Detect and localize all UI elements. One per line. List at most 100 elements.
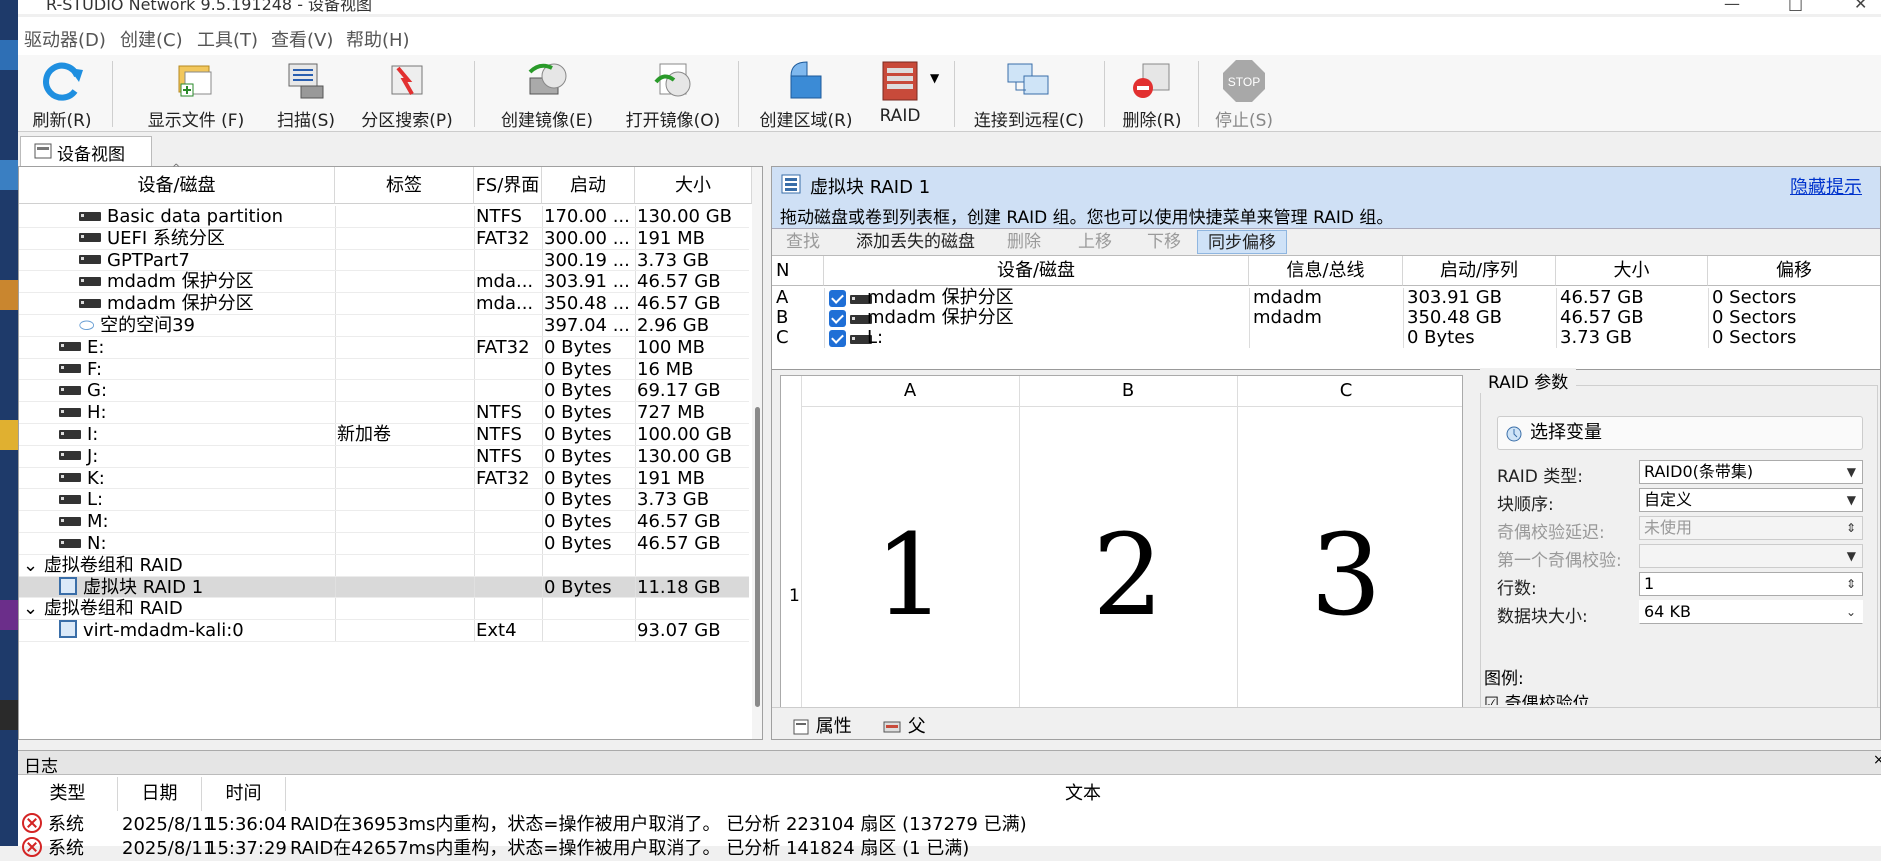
column-header-label[interactable]: 标签 bbox=[335, 167, 474, 204]
grid-line bbox=[542, 315, 543, 337]
tree-row[interactable]: ⌄ 虚拟卷组和 RAID bbox=[19, 554, 749, 577]
stop-button[interactable]: STOP 停止(S) bbox=[1204, 58, 1284, 131]
log-header: 日志 × bbox=[18, 751, 1881, 777]
tree-row[interactable]: K: FAT32 0 Bytes 191 MB bbox=[19, 467, 749, 490]
scan-button[interactable]: 扫描(S) bbox=[268, 58, 344, 131]
tree-row[interactable]: virt-mdadm-kali:0 Ext4 93.07 GB bbox=[19, 620, 749, 642]
block-size-select[interactable]: 64 KB ⌄ bbox=[1639, 600, 1863, 624]
tree-row[interactable]: M: 0 Bytes 46.57 GB bbox=[19, 511, 749, 533]
column-header-time[interactable]: 时间 bbox=[202, 777, 286, 811]
partition-search-button[interactable]: 分区搜索(P) bbox=[348, 58, 466, 131]
first-parity-select[interactable]: ▼ bbox=[1639, 544, 1863, 568]
tree-row[interactable]: H: NTFS 0 Bytes 727 MB bbox=[19, 402, 749, 424]
column-header-member-size[interactable]: 大小 bbox=[1556, 256, 1708, 286]
grid-block-1[interactable]: 1 bbox=[801, 516, 1019, 636]
grid-line bbox=[335, 598, 336, 621]
menu-view[interactable]: 查看(V) bbox=[271, 26, 333, 52]
menu-help[interactable]: 帮助(H) bbox=[346, 26, 410, 52]
column-header-n[interactable]: N bbox=[772, 256, 824, 286]
tree-row[interactable]: I: 新加卷 NTFS 0 Bytes 100.00 GB bbox=[19, 424, 749, 446]
column-header-offset[interactable]: 偏移 bbox=[1708, 256, 1880, 286]
tab-device-view[interactable]: 设备视图 bbox=[20, 136, 152, 166]
grid-line bbox=[635, 445, 636, 468]
tree-row[interactable]: UEFI 系统分区 FAT32 300.00 ... 191 MB bbox=[19, 227, 749, 250]
tree-row[interactable]: N: 0 Bytes 46.57 GB bbox=[19, 533, 749, 555]
move-down-button[interactable]: 下移 bbox=[1147, 230, 1181, 254]
raid-dropdown-arrow-icon[interactable]: ▼ bbox=[930, 71, 939, 85]
grid-line bbox=[474, 598, 475, 621]
tab-parent[interactable]: 父 bbox=[882, 712, 926, 738]
grid-block-3[interactable]: 3 bbox=[1237, 516, 1455, 636]
add-missing-disk-button[interactable]: 添加丢失的磁盘 bbox=[856, 230, 975, 254]
sync-offset-button[interactable]: 同步偏移 bbox=[1197, 230, 1287, 254]
create-image-button[interactable]: 创建镜像(E) bbox=[484, 58, 610, 131]
raid-type-select[interactable]: RAID0(条带集) ▼ bbox=[1639, 460, 1863, 484]
find-button[interactable]: 查找 bbox=[786, 230, 820, 254]
minimize-icon[interactable]: — bbox=[1724, 0, 1740, 13]
refresh-button[interactable]: 刷新(R) bbox=[24, 58, 100, 131]
menu-tools[interactable]: 工具(T) bbox=[197, 26, 258, 52]
tree-row[interactable]: J: NTFS 0 Bytes 130.00 GB bbox=[19, 445, 749, 468]
tree-row[interactable]: ⌄ 虚拟卷组和 RAID bbox=[19, 598, 749, 621]
menu-drive[interactable]: 驱动器(D) bbox=[24, 26, 106, 52]
toolbar-separator bbox=[1104, 61, 1105, 127]
choose-variant-button[interactable]: 选择变量 bbox=[1497, 416, 1863, 450]
tree-row[interactable]: L: 0 Bytes 3.73 GB bbox=[19, 489, 749, 512]
tree-row-name: mdadm 保护分区 bbox=[79, 271, 254, 293]
column-header-member-device[interactable]: 设备/磁盘 bbox=[824, 256, 1249, 286]
remove-member-button[interactable]: 删除 bbox=[1007, 230, 1041, 254]
tree-row[interactable]: 虚拟块 RAID 1 0 Bytes 11.18 GB bbox=[19, 576, 749, 599]
grid-line bbox=[335, 380, 336, 403]
connect-remote-button[interactable]: 连接到远程(C) bbox=[964, 58, 1094, 131]
column-header-date[interactable]: 日期 bbox=[118, 777, 202, 811]
create-region-button[interactable]: 创建区域(R) bbox=[746, 58, 866, 131]
show-files-button[interactable]: 显示文件 (F) bbox=[126, 58, 266, 131]
tab-properties[interactable]: 属性 bbox=[792, 712, 852, 738]
column-header-info[interactable]: 信息/总线 bbox=[1249, 256, 1403, 286]
column-header-fs[interactable]: FS/界面 bbox=[474, 167, 542, 204]
raid-member-row[interactable]: Amdadm 保护分区 mdadm 303.91 GB 46.57 GB 0 Secto… bbox=[772, 288, 1880, 308]
grid-line bbox=[542, 467, 543, 490]
tree-row[interactable]: E: FAT32 0 Bytes 100 MB bbox=[19, 336, 749, 359]
tree-row[interactable]: G: 0 Bytes 69.17 GB bbox=[19, 380, 749, 403]
tree-row[interactable]: Basic data partition NTFS 170.00 ... 130.00… bbox=[19, 206, 749, 228]
hide-hint-link[interactable]: 隐藏提示 bbox=[1790, 173, 1862, 199]
raid-member-row[interactable]: C L: 0 Bytes 3.73 GB 0 Sectors bbox=[772, 328, 1880, 348]
move-up-button[interactable]: 上移 bbox=[1078, 230, 1112, 254]
device-tree-scrollbar[interactable] bbox=[752, 167, 762, 739]
chevron-down-icon[interactable]: ⌄ bbox=[23, 598, 44, 619]
block-order-select[interactable]: 自定义 ▼ bbox=[1639, 488, 1863, 512]
parity-delay-spinner[interactable]: 未使用 ⇕ bbox=[1639, 516, 1863, 540]
chevron-down-icon[interactable]: ⌄ bbox=[23, 555, 44, 576]
grid-block-2[interactable]: 2 bbox=[1019, 516, 1237, 636]
tree-row[interactable]: mdadm 保护分区 mda... 350.48 ... 46.57 GB bbox=[19, 293, 749, 315]
tree-row[interactable]: GPTPart7 300.19 ... 3.73 GB bbox=[19, 249, 749, 272]
partition-icon bbox=[79, 276, 101, 286]
scrollbar-thumb[interactable] bbox=[755, 407, 760, 707]
close-log-icon[interactable]: × bbox=[1873, 752, 1881, 768]
tree-cell-start: 350.48 ... bbox=[544, 293, 630, 315]
open-image-button[interactable]: 打开镜像(O) bbox=[618, 58, 728, 131]
raid-button[interactable]: RAID bbox=[868, 58, 932, 130]
tree-row[interactable]: F: 0 Bytes 16 MB bbox=[19, 358, 749, 381]
member-checkbox[interactable] bbox=[829, 330, 846, 347]
delete-button[interactable]: 删除(R) bbox=[1110, 58, 1194, 131]
raid-member-row[interactable]: Bmdadm 保护分区 mdadm 350.48 GB 46.57 GB 0 Secto… bbox=[772, 308, 1880, 328]
tree-cell-start: 0 Bytes bbox=[544, 445, 612, 467]
tree-row[interactable]: ⬭ 空的空间39 397.04 ... 2.96 GB bbox=[19, 315, 749, 337]
member-checkbox[interactable] bbox=[829, 290, 846, 307]
rows-spinner[interactable]: 1 ⇕ bbox=[1639, 572, 1863, 596]
tree-row[interactable]: mdadm 保护分区 mda... 303.91 ... 46.57 GB bbox=[19, 271, 749, 294]
column-header-start[interactable]: 启动 bbox=[542, 167, 635, 204]
column-header-size[interactable]: 大小 bbox=[635, 167, 752, 204]
column-header-start-seq[interactable]: 启动/序列 bbox=[1403, 256, 1556, 286]
close-icon[interactable]: ✕ bbox=[1854, 0, 1867, 13]
menu-create[interactable]: 创建(C) bbox=[120, 26, 183, 52]
member-checkbox[interactable] bbox=[829, 310, 846, 327]
column-header-type[interactable]: 类型 bbox=[18, 777, 118, 811]
grid-line bbox=[474, 206, 475, 228]
column-header-text[interactable]: 文本 bbox=[286, 777, 1880, 811]
volume-icon bbox=[59, 516, 81, 526]
tree-row-name: F: bbox=[59, 359, 102, 381]
maximize-icon[interactable]: □ bbox=[1788, 0, 1803, 13]
